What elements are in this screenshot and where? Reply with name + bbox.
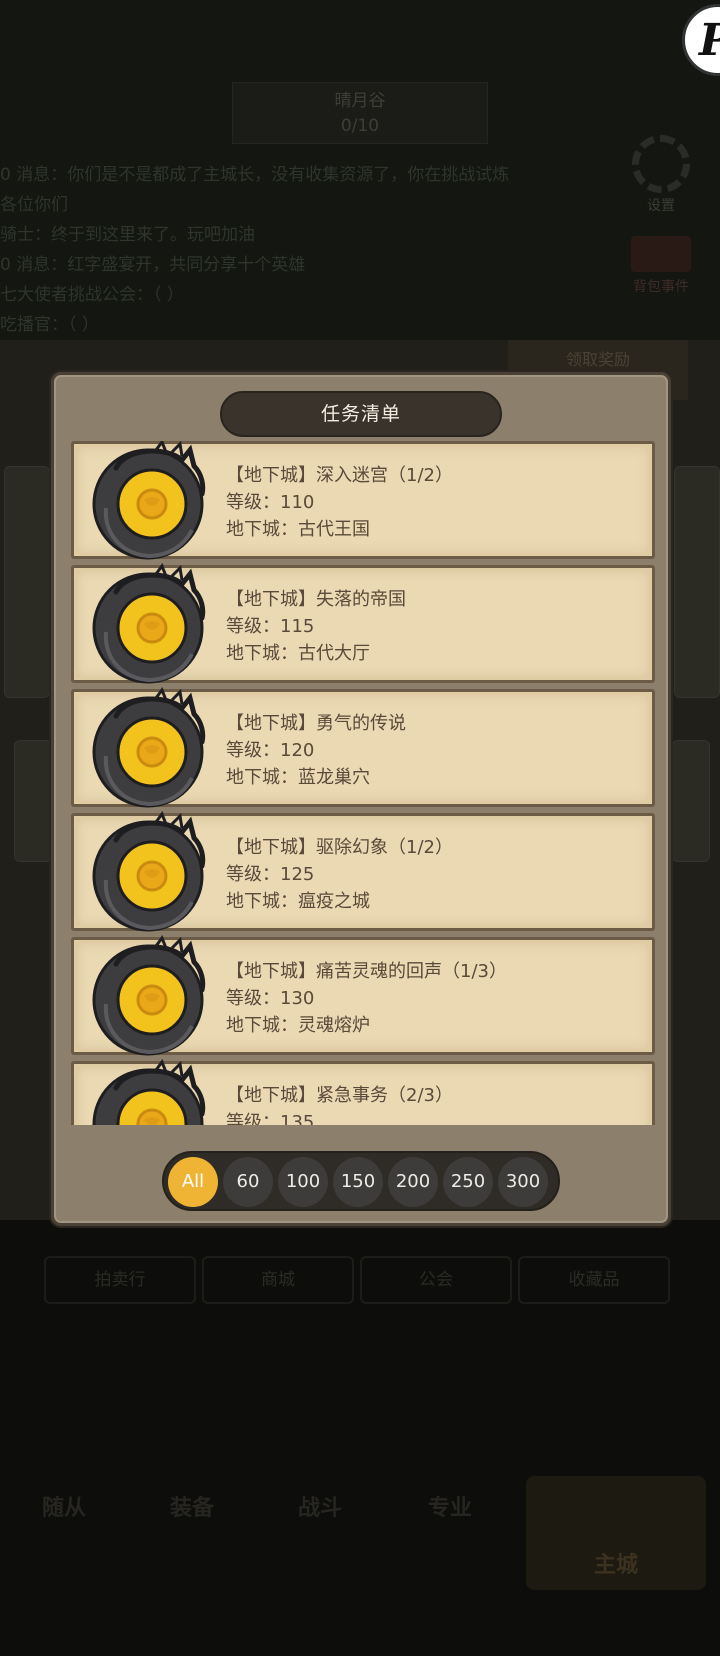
quest-dungeon: 地下城：古代大厅 [226, 643, 370, 664]
tab-collection: 收藏品 [518, 1256, 670, 1304]
quest-info: 【地下城】驱除幻象（1/2） 等级：125 地下城：瘟疫之城 [226, 834, 453, 915]
filter-250-button[interactable]: 250 [443, 1157, 493, 1207]
filter-200-button[interactable]: 200 [388, 1157, 438, 1207]
dragon-coin-emblem-icon [92, 686, 206, 808]
bag-icon [631, 236, 691, 272]
settings-button: 设置 [626, 135, 696, 215]
level-filter-bar: All 60 100 150 200 250 300 [162, 1151, 560, 1211]
quest-level: 等级：135 [226, 1112, 315, 1125]
quest-item[interactable]: 【地下城】勇气的传说 等级：120 地下城：蓝龙巢穴 [71, 686, 655, 810]
chat-log: 0 消息：你们是不是都成了主城长，没有收集资源了，你在挑战试炼 各位你们 骑士：… [0, 160, 509, 340]
tab-auction: 拍卖行 [44, 1256, 196, 1304]
filter-all-button[interactable]: All [168, 1157, 218, 1207]
chat-line: 吃播官：（ ） [0, 315, 99, 335]
quest-name: 【地下城】失落的帝国 [226, 589, 406, 610]
quest-level: 等级：120 [226, 740, 315, 761]
nav-main-city-label: 主城 [593, 1553, 638, 1578]
quest-info: 【地下城】勇气的传说 等级：120 地下城：蓝龙巢穴 [226, 710, 406, 791]
nav-battle: 战斗 [297, 1496, 342, 1521]
area-progress-counter: 晴月谷 0/10 [232, 82, 488, 144]
filter-100-button[interactable]: 100 [278, 1157, 328, 1207]
dungeon-emblem-icon [86, 686, 210, 810]
quest-dungeon: 地下城：蓝龙巢穴 [226, 767, 370, 788]
nav-followers: 随从 [41, 1496, 86, 1521]
area-name: 晴月谷 [334, 91, 386, 111]
dragon-coin-emblem-icon [92, 1058, 206, 1125]
gear-icon [632, 135, 690, 193]
dragon-coin-emblem-icon [92, 810, 206, 932]
background-side-panel-left [14, 740, 52, 862]
dialog-title: 任务清单 [220, 391, 502, 437]
quest-name: 【地下城】勇气的传说 [226, 713, 406, 734]
quest-item[interactable]: 【地下城】深入迷宫（1/2） 等级：110 地下城：古代王国 [71, 441, 655, 562]
quest-info: 【地下城】紧急事务（2/3） 等级：135 [226, 1082, 453, 1125]
background-tab-bar: 拍卖行 商城 公会 收藏品 [0, 1240, 720, 1310]
quest-level: 等级：115 [226, 616, 315, 637]
filter-60-button[interactable]: 60 [223, 1157, 273, 1207]
quest-name: 【地下城】驱除幻象（1/2） [226, 837, 453, 858]
dungeon-emblem-icon [86, 934, 210, 1058]
bag-label: 背包事件 [633, 279, 689, 295]
quest-name: 【地下城】痛苦灵魂的回声（1/3） [226, 961, 507, 982]
quest-dungeon: 地下城：灵魂熔炉 [226, 1015, 370, 1036]
quest-info: 【地下城】痛苦灵魂的回声（1/3） 等级：130 地下城：灵魂熔炉 [226, 958, 507, 1039]
quest-level: 等级：125 [226, 864, 315, 885]
background-side-panel-right [674, 466, 720, 698]
chat-line: 0 消息：红字盛宴开，共同分享十个英雄 [0, 255, 306, 275]
nav-equipment: 装备 [169, 1496, 214, 1521]
quest-name: 【地下城】紧急事务（2/3） [226, 1085, 453, 1106]
quest-dungeon: 地下城：瘟疫之城 [226, 891, 370, 912]
nav-profession: 专业 [427, 1496, 472, 1521]
quest-item[interactable]: 【地下城】驱除幻象（1/2） 等级：125 地下城：瘟疫之城 [71, 810, 655, 934]
quest-list[interactable]: 【地下城】深入迷宫（1/2） 等级：110 地下城：古代王国 【地下城】失落的帝… [71, 441, 655, 1125]
area-progress: 0/10 [340, 116, 380, 136]
quest-info: 【地下城】深入迷宫（1/2） 等级：110 地下城：古代王国 [226, 462, 453, 543]
tab-guild: 公会 [360, 1256, 512, 1304]
quest-level: 等级：110 [226, 492, 315, 513]
dragon-coin-emblem-icon [92, 441, 206, 560]
dragon-coin-emblem-icon [92, 934, 206, 1056]
chat-line: 七大使者挑战公会：（ ） [0, 285, 184, 305]
nav-main-city: 主城 [526, 1476, 706, 1590]
quest-info: 【地下城】失落的帝国 等级：115 地下城：古代大厅 [226, 586, 406, 667]
dungeon-emblem-icon [86, 1058, 210, 1125]
quest-dungeon: 地下城：古代王国 [226, 519, 370, 540]
quest-list-dialog: 任务清单 【地下城】深入迷宫（1/2） 等级：110 地下城：古代王国 【地下城… [51, 372, 671, 1226]
quest-item[interactable]: 【地下城】紧急事务（2/3） 等级：135 [71, 1058, 655, 1125]
dungeon-emblem-icon [86, 441, 210, 562]
dragon-coin-emblem-icon [92, 562, 206, 684]
filter-150-button[interactable]: 150 [333, 1157, 383, 1207]
tab-shop: 商城 [202, 1256, 354, 1304]
background-side-panel-right [672, 740, 710, 862]
dungeon-emblem-icon [86, 562, 210, 686]
quest-item[interactable]: 【地下城】痛苦灵魂的回声（1/3） 等级：130 地下城：灵魂熔炉 [71, 934, 655, 1058]
chat-line: 0 消息：你们是不是都成了主城长，没有收集资源了，你在挑战试炼 [0, 165, 510, 185]
reward-tab-label: 领取奖励 [565, 350, 630, 369]
chat-line: 各位你们 [0, 195, 68, 215]
quest-item[interactable]: 【地下城】失落的帝国 等级：115 地下城：古代大厅 [71, 562, 655, 686]
settings-label: 设置 [647, 198, 675, 214]
filter-300-button[interactable]: 300 [498, 1157, 548, 1207]
quest-name: 【地下城】深入迷宫（1/2） [226, 465, 453, 486]
chat-line: 骑士：终于到这里来了。玩吧加油 [0, 225, 255, 245]
quest-level: 等级：130 [226, 988, 315, 1009]
background-side-panel-left [4, 466, 50, 698]
dungeon-emblem-icon [86, 810, 210, 934]
bag-button: 背包事件 [618, 236, 704, 296]
